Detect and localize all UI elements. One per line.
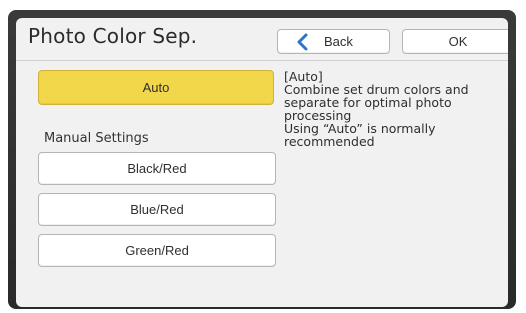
blue-red-label: Blue/Red <box>130 202 184 217</box>
auto-button[interactable]: Auto <box>38 70 274 105</box>
back-button-label: Back <box>324 34 353 49</box>
auto-button-label: Auto <box>142 80 170 95</box>
device-frame: Photo Color Sep. Back OK Auto Manual Set… <box>8 10 516 309</box>
back-button[interactable]: Back <box>277 29 390 54</box>
header-divider <box>16 60 508 61</box>
screen: Photo Color Sep. Back OK Auto Manual Set… <box>16 18 508 307</box>
page-title: Photo Color Sep. <box>28 24 198 48</box>
description-panel: [Auto] Combine set drum colors and separ… <box>284 70 498 148</box>
black-red-label: Black/Red <box>127 161 187 176</box>
blue-red-button[interactable]: Blue/Red <box>38 193 276 226</box>
green-red-label: Green/Red <box>125 243 189 258</box>
black-red-button[interactable]: Black/Red <box>38 152 276 185</box>
green-red-button[interactable]: Green/Red <box>38 234 276 267</box>
description-line: recommended <box>284 134 375 149</box>
chevron-left-icon <box>292 31 314 53</box>
manual-settings-label: Manual Settings <box>44 131 149 146</box>
ok-button-label: OK <box>448 34 468 49</box>
ok-button[interactable]: OK <box>402 29 508 54</box>
